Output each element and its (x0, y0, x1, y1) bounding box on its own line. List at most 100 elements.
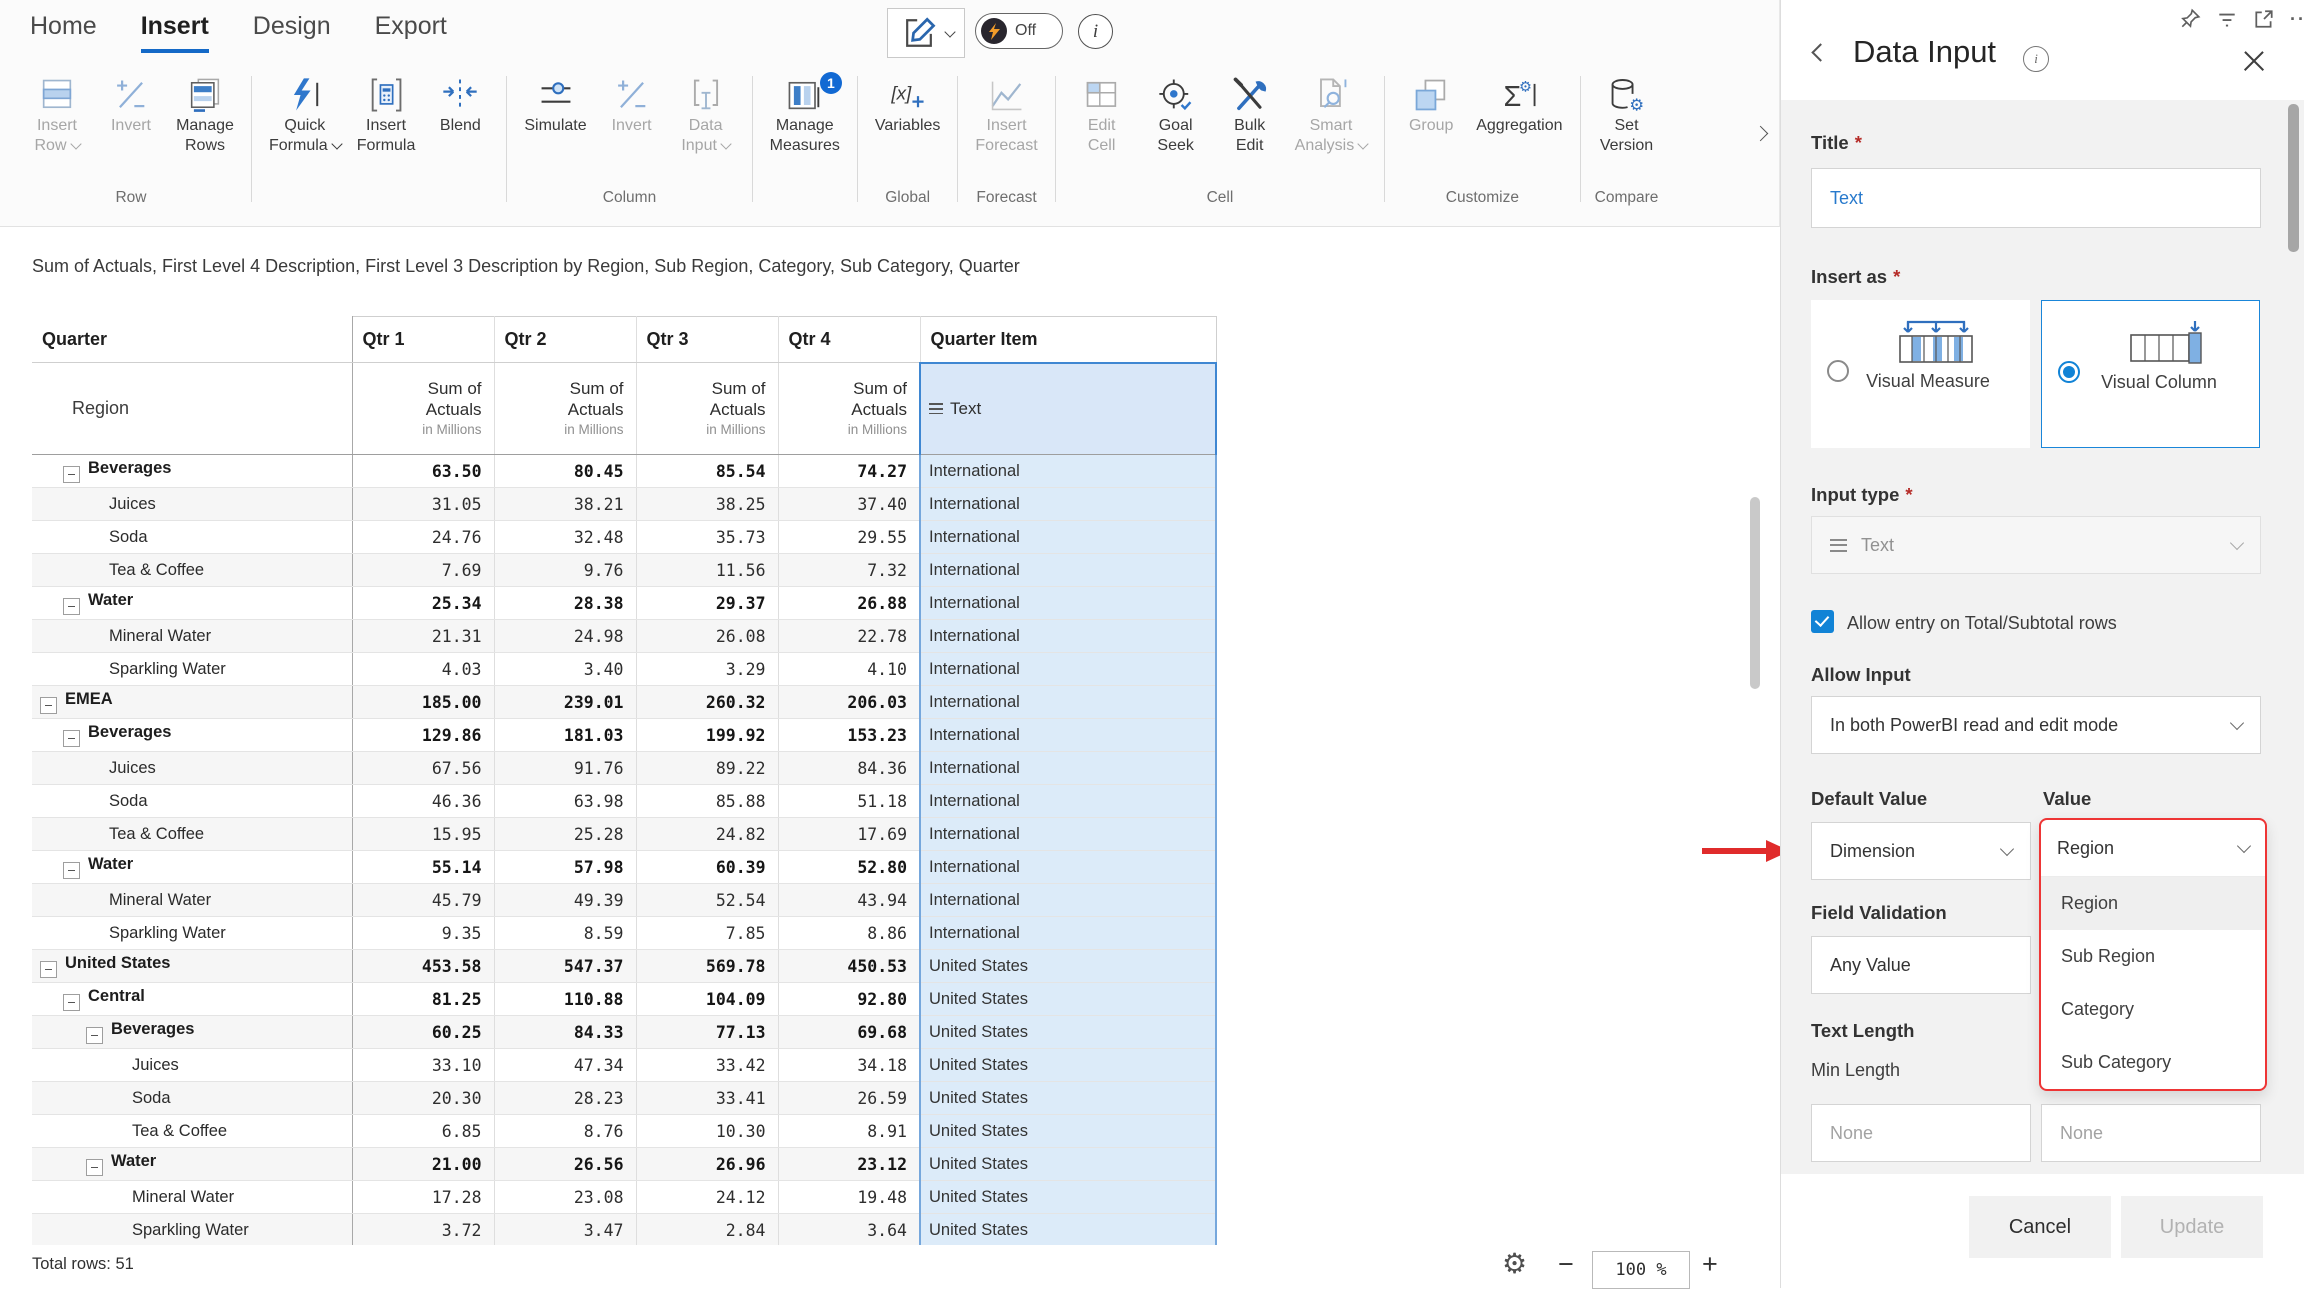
info-icon[interactable]: i (1078, 14, 1113, 49)
bulk-edit-button[interactable]: BulkEdit (1213, 72, 1287, 155)
value-option-sub-region[interactable]: Sub Region (2041, 930, 2265, 983)
insert-formula-button[interactable]: InsertFormula (349, 72, 424, 155)
visual-column-label: Visual Column (2094, 369, 2224, 395)
popout-icon[interactable] (2253, 8, 2275, 30)
text-input-cell[interactable]: International (920, 686, 1216, 719)
collapse-icon[interactable] (40, 961, 57, 978)
text-input-cell[interactable]: United States (920, 1214, 1216, 1247)
gear-icon[interactable]: ⚙ (1502, 1247, 1527, 1280)
table-vertical-scrollbar[interactable] (1750, 497, 1760, 689)
allow-input-select[interactable]: In both PowerBI read and edit mode (1811, 696, 2261, 754)
invert-row-button[interactable]: Invert (94, 72, 168, 136)
ribbon-expand-button[interactable] (1750, 128, 1766, 146)
group-button[interactable]: Group (1394, 72, 1468, 136)
text-input-cell[interactable]: United States (920, 1181, 1216, 1214)
insert-row-button[interactable]: InsertRow (20, 72, 94, 155)
collapse-icon[interactable] (63, 466, 80, 483)
value-cell: 60.39 (636, 851, 778, 884)
tab-design[interactable]: Design (253, 12, 331, 53)
back-button[interactable] (1809, 46, 1827, 66)
manage-measures-button[interactable]: 1ManageMeasures (762, 72, 848, 155)
aggregation-button[interactable]: Σ⚙Aggregation (1468, 72, 1570, 136)
blend-button[interactable]: Blend (423, 72, 497, 136)
invert-column-button[interactable]: Invert (595, 72, 669, 136)
text-input-cell[interactable]: United States (920, 1115, 1216, 1148)
collapse-icon[interactable] (40, 697, 57, 714)
collapse-icon[interactable] (63, 730, 80, 747)
value-select[interactable]: Region (2041, 820, 2265, 877)
field-validation-select[interactable]: Any Value (1811, 936, 2031, 994)
goal-seek-button[interactable]: GoalSeek (1139, 72, 1213, 155)
text-input-cell[interactable]: International (920, 884, 1216, 917)
tab-home[interactable]: Home (30, 12, 97, 53)
allow-entry-checkbox[interactable] (1811, 610, 1834, 633)
value-cell: 85.54 (636, 455, 778, 488)
edit-cell-button[interactable]: EditCell (1065, 72, 1139, 155)
zoom-out-button[interactable]: − (1558, 1249, 1574, 1280)
option-visual-column[interactable]: Visual Column (2041, 300, 2260, 448)
text-input-cell[interactable]: International (920, 785, 1216, 818)
edit-mode-button[interactable] (887, 8, 965, 58)
update-button[interactable]: Update (2121, 1196, 2263, 1258)
more-options-icon[interactable]: ··· (2290, 9, 2304, 30)
text-input-cell[interactable]: International (920, 917, 1216, 950)
text-input-cell[interactable]: United States (920, 1016, 1216, 1049)
set-version-button[interactable]: ⚙SetVersion (1590, 72, 1664, 155)
title-input[interactable] (1811, 168, 2261, 228)
text-input-cell[interactable]: International (920, 488, 1216, 521)
simulate-button[interactable]: Simulate (516, 72, 594, 136)
collapse-icon[interactable] (63, 862, 80, 879)
text-input-cell[interactable]: International (920, 818, 1216, 851)
text-input-cell[interactable]: International (920, 752, 1216, 785)
radio-selected-icon[interactable] (2058, 361, 2080, 383)
text-input-cell[interactable]: United States (920, 1082, 1216, 1115)
text-input-cell[interactable]: International (920, 554, 1216, 587)
tab-insert[interactable]: Insert (141, 12, 209, 53)
collapse-icon[interactable] (63, 994, 80, 1011)
value-option-category[interactable]: Category (2041, 983, 2265, 1036)
insert-forecast-button[interactable]: InsertForecast (967, 72, 1045, 155)
input-type-select[interactable]: Text (1811, 516, 2261, 574)
cancel-button[interactable]: Cancel (1969, 1196, 2111, 1258)
text-input-cell[interactable]: International (920, 620, 1216, 653)
variables-button[interactable]: [x]Variables (867, 72, 949, 136)
panel-info-icon[interactable]: i (2023, 46, 2049, 72)
text-input-cell[interactable]: International (920, 851, 1216, 884)
text-input-cell[interactable]: United States (920, 950, 1216, 983)
text-input-cell[interactable]: International (920, 653, 1216, 686)
ribbon-group-3: 1ManageMeasures (762, 72, 848, 212)
zoom-level-box[interactable]: 100 % (1592, 1251, 1690, 1289)
value-option-sub-category[interactable]: Sub Category (2041, 1036, 2265, 1089)
text-input-cell[interactable]: United States (920, 1049, 1216, 1082)
live-toggle[interactable]: Off (975, 13, 1063, 49)
manage-measures-icon (785, 74, 825, 116)
text-input-column-header[interactable]: Text (920, 363, 1216, 455)
text-input-cell[interactable]: International (920, 719, 1216, 752)
measure-header: Sum ofActualsin Millions (494, 363, 636, 455)
collapse-icon[interactable] (63, 598, 80, 615)
text-input-cell[interactable]: International (920, 455, 1216, 488)
text-input-cell[interactable]: United States (920, 983, 1216, 1016)
radio-unselected-icon[interactable] (1827, 360, 1849, 382)
text-input-cell[interactable]: United States (920, 1148, 1216, 1181)
manage-rows-button[interactable]: ManageRows (168, 72, 242, 155)
quick-formula-button[interactable]: QuickFormula (261, 72, 349, 155)
max-length-input[interactable] (2041, 1104, 2261, 1162)
tab-export[interactable]: Export (375, 12, 447, 53)
panel-scrollbar[interactable] (2288, 104, 2299, 252)
option-visual-measure[interactable]: Visual Measure (1811, 300, 2030, 448)
group-label (762, 189, 848, 212)
collapse-icon[interactable] (86, 1027, 103, 1044)
default-value-select[interactable]: Dimension (1811, 822, 2031, 880)
min-length-input[interactable] (1811, 1104, 2031, 1162)
close-icon[interactable] (2241, 48, 2267, 74)
text-input-cell[interactable]: International (920, 521, 1216, 554)
value-option-region[interactable]: Region (2041, 877, 2265, 930)
text-input-cell[interactable]: International (920, 587, 1216, 620)
data-input-button[interactable]: DataInput (669, 72, 743, 155)
collapse-icon[interactable] (86, 1159, 103, 1176)
zoom-in-button[interactable]: + (1702, 1249, 1718, 1280)
pin-icon[interactable] (2179, 8, 2201, 30)
filter-icon[interactable] (2216, 8, 2238, 30)
smart-analysis-button[interactable]: SmartAnalysis (1287, 72, 1376, 155)
